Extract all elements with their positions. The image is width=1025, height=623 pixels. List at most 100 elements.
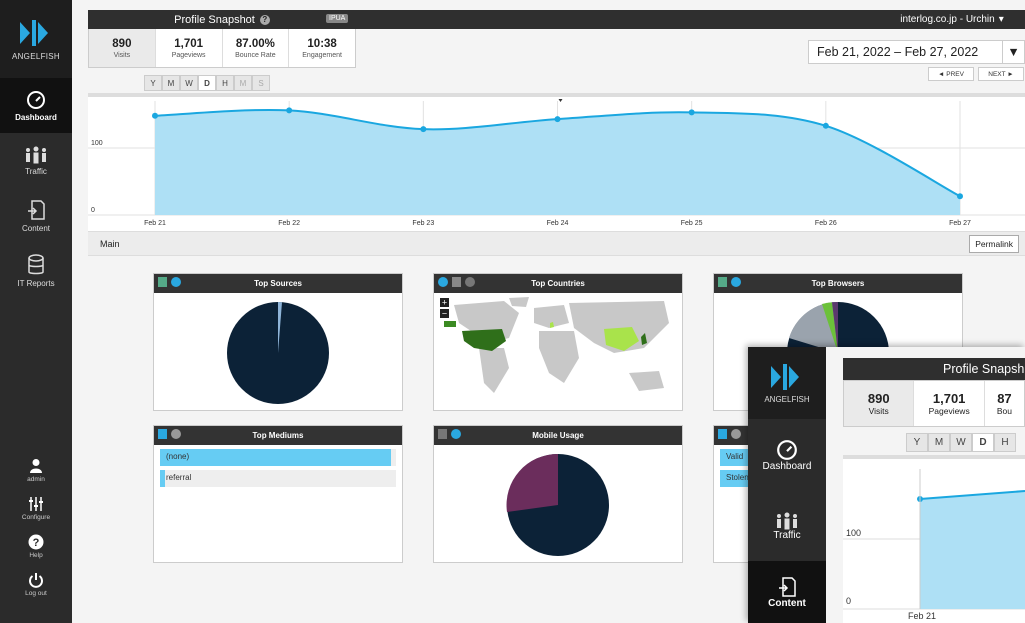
overlay-metrics: 890 Visits 1,701 Pageviews 87 Bou: [843, 380, 1025, 427]
traffic-icon: [26, 146, 46, 163]
report-icon[interactable]: [158, 429, 167, 439]
nav-logout[interactable]: Log out: [0, 572, 72, 610]
metric-value: 1,701: [174, 37, 204, 50]
overlay-sidebar: ANGELFISH Dashboard Traffic Content: [748, 347, 826, 623]
brand-name: ANGELFISH: [764, 395, 810, 404]
x-tick-label: Feb 22: [278, 220, 300, 227]
data-point[interactable]: [420, 126, 427, 133]
granularity-minute[interactable]: M: [234, 75, 252, 91]
metric-pageviews[interactable]: 1,701 Pageviews: [156, 29, 223, 67]
granularity-week[interactable]: W: [950, 433, 972, 452]
widget-title: Top Mediums: [252, 431, 304, 440]
brand-name: ANGELFISH: [11, 51, 61, 61]
metric-value: 890: [112, 37, 132, 50]
pie-chart-icon[interactable]: [465, 277, 475, 287]
metric-engagement[interactable]: 10:38 Engagement: [289, 29, 355, 67]
report-icon[interactable]: [718, 429, 727, 439]
bar-fill: [160, 470, 165, 487]
chevron-down-icon[interactable]: ▼: [1002, 41, 1024, 63]
granularity-hour[interactable]: H: [994, 433, 1016, 452]
nav-admin[interactable]: admin: [0, 458, 72, 496]
x-tick-label: Feb 27: [949, 220, 971, 227]
list-item[interactable]: referral: [160, 470, 396, 487]
nav-dashboard[interactable]: Dashboard: [748, 419, 826, 491]
metric-bounce-rate[interactable]: 87.00% Bounce Rate: [223, 29, 290, 67]
list-item[interactable]: (none): [160, 449, 396, 466]
report-icon[interactable]: [718, 277, 727, 287]
profile-name: interlog.co.jp - Urchin: [900, 14, 995, 25]
pie-slice[interactable]: [506, 453, 558, 512]
permalink-button[interactable]: Permalink: [969, 235, 1019, 253]
metric-visits[interactable]: 890 Visits: [89, 29, 156, 67]
nav-content[interactable]: Content: [748, 561, 826, 623]
content-icon: [779, 576, 796, 597]
granularity-month[interactable]: M: [928, 433, 950, 452]
pie-chart-icon[interactable]: [171, 277, 181, 287]
metric-pageviews[interactable]: 1,701 Pageviews: [914, 381, 985, 426]
nav-label: Dashboard: [15, 112, 57, 122]
nav-help[interactable]: ? Help: [0, 534, 72, 572]
granularity-day[interactable]: D: [198, 75, 216, 91]
date-range-picker[interactable]: Feb 21, 2022 – Feb 27, 2022 ▼: [808, 40, 1025, 64]
collapse-arrow-icon[interactable]: [558, 99, 563, 102]
y-tick-label: 0: [846, 596, 851, 606]
prev-button[interactable]: ◄ PREV: [928, 67, 974, 81]
x-tick-label: Feb 23: [412, 220, 434, 227]
nav-traffic[interactable]: Traffic: [0, 133, 72, 188]
svg-text:−: −: [442, 309, 447, 319]
logo[interactable]: ANGELFISH: [0, 0, 72, 78]
data-point[interactable]: [688, 109, 695, 116]
row-label: Valid: [726, 452, 744, 461]
data-point[interactable]: [822, 122, 829, 129]
page-title: Profile Snapshot: [174, 13, 255, 26]
country-us[interactable]: [462, 329, 506, 351]
user-icon: [30, 459, 42, 473]
data-point[interactable]: [957, 193, 963, 200]
area-fill: [155, 109, 960, 215]
data-point[interactable]: [286, 107, 293, 114]
top-bar: Profile Snapshot ? IPUA interlog.co.jp -…: [88, 10, 1025, 29]
widget-title: Top Browsers: [811, 279, 865, 288]
overlay-granularity: Y M W D H: [906, 433, 1016, 452]
pie-chart-icon[interactable]: [171, 429, 181, 439]
metric-bounce-rate[interactable]: 87 Bou: [985, 381, 1024, 426]
widget-title: Top Countries: [531, 279, 585, 288]
report-icon[interactable]: [452, 277, 461, 287]
report-icon[interactable]: [158, 277, 167, 287]
widget-header: Top Countries: [434, 274, 682, 293]
bar-fill: [160, 449, 392, 466]
data-point[interactable]: [554, 116, 561, 123]
metric-visits[interactable]: 890 Visits: [844, 381, 915, 426]
zoomed-overlay-window: ANGELFISH Dashboard Traffic Content Prof…: [748, 347, 1025, 623]
help-icon[interactable]: ?: [259, 14, 270, 25]
traffic-icon: [777, 512, 797, 529]
nav-dashboard[interactable]: Dashboard: [0, 78, 72, 133]
globe-icon[interactable]: [438, 277, 448, 287]
metric-label: Pageviews: [928, 406, 970, 416]
nav-content[interactable]: Content: [0, 188, 72, 243]
pie-chart-icon[interactable]: [731, 429, 741, 439]
date-range-text: Feb 21, 2022 – Feb 27, 2022: [817, 45, 979, 59]
pie-chart-icon[interactable]: [451, 429, 461, 439]
pie-chart-icon[interactable]: [731, 277, 741, 287]
granularity-day[interactable]: D: [972, 433, 994, 452]
profile-selector[interactable]: interlog.co.jp - Urchin ▾: [879, 10, 1025, 29]
granularity-hour[interactable]: H: [216, 75, 234, 91]
granularity-month[interactable]: M: [162, 75, 180, 91]
granularity-week[interactable]: W: [180, 75, 198, 91]
report-icon[interactable]: [438, 429, 447, 439]
dashboard-name: Main: [100, 238, 120, 249]
dashboard-icon: [27, 90, 45, 109]
metric-label: Visits: [868, 406, 889, 416]
next-button[interactable]: NEXT ►: [978, 67, 1024, 81]
granularity-year[interactable]: Y: [906, 433, 928, 452]
data-point[interactable]: [152, 112, 158, 119]
granularity-year[interactable]: Y: [144, 75, 162, 91]
granularity-second[interactable]: S: [252, 75, 270, 91]
nav-traffic[interactable]: Traffic: [748, 491, 826, 561]
nav-configure[interactable]: Configure: [0, 496, 72, 534]
nav-it-reports[interactable]: IT Reports: [0, 243, 72, 298]
country-ca[interactable]: [444, 321, 456, 327]
widget-top-mediums: Top Mediums (none) referral: [153, 425, 403, 563]
metric-label: Visits: [113, 51, 131, 59]
